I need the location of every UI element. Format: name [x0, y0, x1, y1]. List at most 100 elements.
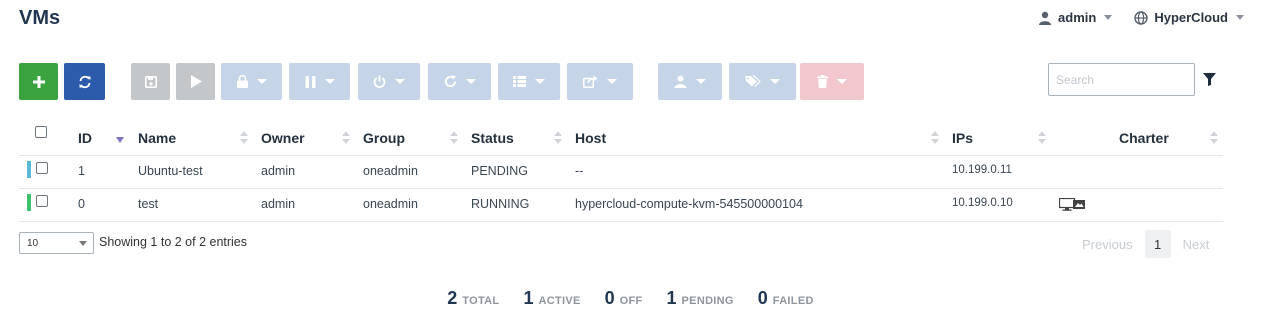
cell-ips: 10.199.0.10 — [952, 197, 1013, 209]
col-header-group[interactable]: Group — [363, 130, 405, 146]
cell-owner: admin — [261, 164, 296, 178]
col-header-name[interactable]: Name — [138, 130, 176, 146]
pagination: Previous 1 Next — [1070, 230, 1221, 258]
cell-id: 0 — [78, 197, 85, 211]
previous-page-button[interactable]: Previous — [1070, 237, 1145, 252]
sort-icon[interactable] — [1210, 131, 1218, 144]
list-dropdown-button[interactable] — [498, 63, 560, 100]
chevron-down-icon — [1104, 15, 1113, 20]
lock-icon — [236, 75, 248, 88]
row-divider — [19, 221, 1223, 222]
sort-desc-icon[interactable] — [116, 137, 124, 143]
reboot-dropdown-button[interactable] — [428, 63, 491, 100]
power-dropdown-button[interactable] — [358, 63, 420, 100]
page-length-select[interactable]: 10 — [19, 232, 94, 254]
status-indicator — [27, 161, 31, 178]
chevron-down-icon — [465, 79, 476, 84]
share-icon — [583, 75, 598, 88]
row-checkbox[interactable] — [36, 195, 48, 207]
cell-id: 1 — [78, 164, 85, 178]
page-title: VMs — [19, 7, 61, 29]
table-info: Showing 1 to 2 of 2 entries — [99, 235, 248, 249]
user-icon — [674, 75, 687, 88]
labels-dropdown-button[interactable] — [729, 63, 796, 100]
play-button[interactable] — [176, 63, 215, 100]
chevron-down-icon — [837, 79, 847, 84]
power-icon — [373, 75, 386, 88]
reboot-icon — [444, 75, 456, 88]
chevron-down-icon — [535, 79, 545, 84]
summary-failed: 0 FAILED — [757, 288, 814, 308]
cell-host: hypercloud-compute-kvm-545500000104 — [575, 197, 803, 211]
sort-icon[interactable] — [450, 131, 458, 144]
zone-menu[interactable]: HyperCloud — [1134, 10, 1244, 25]
chevron-down-icon — [324, 79, 335, 84]
cell-owner: admin — [261, 197, 296, 211]
cell-host: -- — [575, 164, 584, 178]
row-divider — [19, 188, 1223, 189]
create-button[interactable] — [19, 63, 58, 100]
sort-icon[interactable] — [931, 131, 939, 144]
col-header-host[interactable]: Host — [575, 130, 606, 146]
refresh-icon — [79, 75, 90, 88]
top-right-menu: admin HyperCloud — [1038, 10, 1244, 25]
header-divider — [19, 155, 1223, 156]
summary-active: 1 ACTIVE — [523, 288, 581, 308]
chevron-down-icon — [395, 79, 405, 84]
chevron-down-icon — [696, 79, 706, 84]
sort-icon[interactable] — [240, 131, 248, 144]
select-all-checkbox[interactable] — [35, 126, 47, 138]
summary-total: 2 TOTAL — [447, 288, 500, 308]
delete-dropdown-button[interactable] — [800, 63, 864, 100]
plus-icon — [32, 75, 45, 88]
page-length-value: 10 — [27, 237, 39, 249]
zone-name: HyperCloud — [1154, 10, 1228, 25]
next-page-button[interactable]: Next — [1171, 237, 1222, 252]
cell-group: oneadmin — [363, 197, 418, 211]
pause-icon — [305, 75, 315, 88]
cell-status: PENDING — [471, 164, 528, 178]
sort-icon[interactable] — [1038, 131, 1046, 144]
lock-dropdown-button[interactable] — [221, 63, 282, 100]
play-icon — [190, 75, 202, 88]
col-header-status[interactable]: Status — [471, 130, 514, 146]
chevron-down-icon — [256, 79, 267, 84]
chevron-down-icon — [770, 79, 780, 84]
cell-name: test — [138, 197, 159, 211]
status-indicator — [27, 194, 31, 211]
chevron-down-icon — [79, 241, 87, 246]
filter-icon[interactable] — [1203, 73, 1216, 86]
cell-group: oneadmin — [363, 164, 418, 178]
sort-icon[interactable] — [342, 131, 350, 144]
trash-icon — [817, 75, 828, 88]
share-dropdown-button[interactable] — [567, 63, 633, 100]
vm-summary: 2 TOTAL 1 ACTIVE 0 OFF 1 PENDING 0 FAILED — [0, 288, 1278, 309]
user-name: admin — [1058, 10, 1097, 25]
row-checkbox[interactable] — [36, 162, 48, 174]
cell-ips: 10.199.0.11 — [952, 164, 1012, 176]
refresh-button[interactable] — [64, 63, 105, 100]
globe-icon — [1134, 10, 1149, 25]
owner-dropdown-button[interactable] — [658, 63, 722, 100]
col-header-owner[interactable]: Owner — [261, 130, 305, 146]
list-icon — [513, 76, 526, 87]
col-header-id[interactable]: ID — [78, 130, 92, 146]
cell-name: Ubuntu-test — [138, 164, 203, 178]
user-menu[interactable]: admin — [1038, 10, 1113, 25]
vnc-icon[interactable] — [1059, 198, 1086, 211]
pause-dropdown-button[interactable] — [289, 63, 350, 100]
save-icon — [144, 75, 157, 88]
search-input[interactable] — [1048, 63, 1195, 96]
user-icon — [1039, 11, 1052, 25]
col-header-charter[interactable]: Charter — [1119, 130, 1169, 146]
save-button[interactable] — [131, 63, 170, 100]
col-header-ips[interactable]: IPs — [952, 130, 973, 146]
sort-icon[interactable] — [554, 131, 562, 144]
summary-off: 0 OFF — [604, 288, 643, 308]
chevron-down-icon — [1236, 15, 1244, 20]
cell-status: RUNNING — [471, 197, 530, 211]
action-toolbar — [19, 63, 879, 100]
chevron-down-icon — [607, 79, 617, 84]
summary-pending: 1 PENDING — [666, 288, 734, 308]
page-number-button[interactable]: 1 — [1144, 230, 1171, 258]
